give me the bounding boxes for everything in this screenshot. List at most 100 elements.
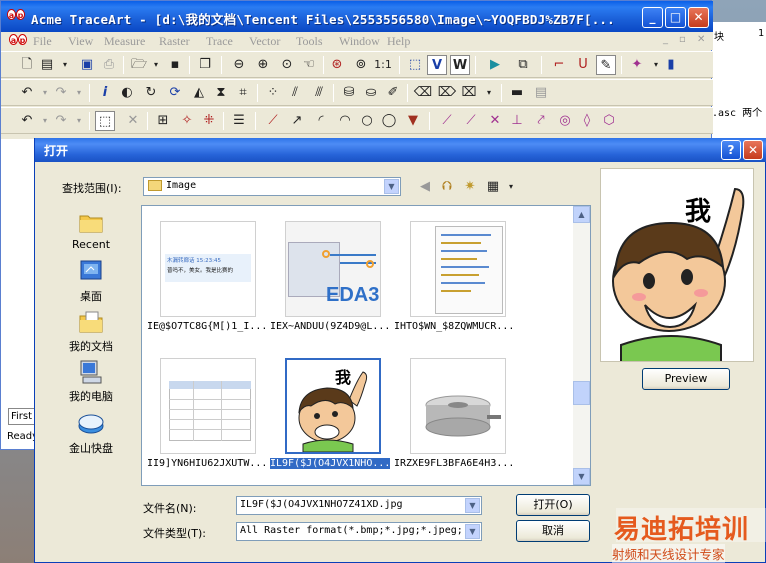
file-name[interactable]: IE@$O7TC8G{M[)1_I... [147,321,267,332]
redo-icon[interactable]: ↷ [51,111,71,131]
back-icon[interactable]: ◀ [415,177,435,197]
group-icon[interactable]: ⊞ [153,111,173,131]
place-kuaipan[interactable]: 金山快盘 [65,412,117,464]
delete-vector-icon[interactable]: ✕ [123,111,143,131]
chevron-down-icon[interactable]: ▼ [384,179,399,194]
perpendicular-icon[interactable]: ⊥ [507,111,527,131]
ruler-icon[interactable]: ▬ [507,83,527,103]
file-thumbnail[interactable] [160,358,256,454]
arc-icon[interactable]: ◜ [311,111,331,131]
save-disk-icon[interactable]: ▪ [165,55,185,75]
place-desktop[interactable]: 桌面 [65,260,117,312]
polygon-icon[interactable]: ⬡ [599,111,619,131]
undo-icon[interactable]: ↶ [17,83,37,103]
eraser-icon[interactable]: ⌫ [413,83,433,103]
pen-edit-icon[interactable]: ✎ [596,55,616,75]
select-vector-icon[interactable]: ⬚ [95,111,115,131]
zoom-window-icon[interactable]: ⊛ [327,55,347,75]
file-thumbnail[interactable]: EDA365 [285,221,381,317]
new-file-icon[interactable]: 🗋 [17,55,37,75]
file-thumbnail[interactable] [410,358,506,454]
file-list[interactable]: 木漏转廊话 15:23:45 普吗不，美女。我是比赛的 IE@$O7TC8G{M… [141,205,591,486]
close-button[interactable]: ✕ [688,7,709,28]
play-trace-icon[interactable]: ▶ [485,55,505,75]
pan-hand-icon[interactable]: ☜ [299,55,319,75]
line-tool-icon[interactable]: ⟋ [263,111,283,131]
redo-icon[interactable]: ↷ [51,83,71,103]
rotate-90-icon[interactable]: ⟳ [165,83,185,103]
histogram-icon[interactable]: ▮ [661,55,681,75]
file-name[interactable]: IRZXE9FL3BFA6E4H3... [394,458,514,469]
place-my-documents[interactable]: 我的文档 [65,310,117,362]
menu-view[interactable]: View [68,34,93,49]
flip-horizontal-icon[interactable]: ◭ [189,83,209,103]
info-icon[interactable]: i [95,83,115,103]
zoom-actual-size-icon[interactable]: 1:1 [373,55,393,75]
intersect-icon[interactable]: ✕ [485,111,505,131]
mdi-restore-button[interactable]: ▫ [679,34,686,45]
thin-icon[interactable]: ⫽ [285,83,305,103]
up-folder-icon[interactable]: ⮉ [437,177,457,197]
trim-icon[interactable]: ⟋ [437,111,457,131]
new-folder-icon[interactable]: ✷ [460,177,480,197]
menu-vector[interactable]: Vector [249,34,280,49]
scroll-down-icon[interactable]: ▼ [573,468,590,485]
eraser-area-icon[interactable]: ⌧ [459,83,479,103]
wireframe-mode-icon[interactable]: W [450,55,470,75]
thicken-icon[interactable]: ⫻ [309,83,329,103]
lookin-select[interactable]: Image ▼ [143,177,401,196]
fill-bucket-icon[interactable]: ⛁ [339,83,359,103]
filetype-select[interactable]: All Raster format(*.bmp;*.jpg;*.jpeg; ▼ [236,522,482,541]
menu-file[interactable]: File [33,34,52,49]
menu-trace[interactable]: Trace [206,34,233,49]
scroll-thumb[interactable] [573,381,590,405]
circle-3pt-icon[interactable]: ◯ [379,111,399,131]
invert-icon[interactable]: ◐ [117,83,137,103]
menu-tools[interactable]: Tools [296,34,323,49]
circle-icon[interactable]: ○ [357,111,377,131]
file-name[interactable]: IHTO$WN_$8ZQWMUCR... [394,321,514,332]
place-my-computer[interactable]: 我的电脑 [65,360,117,412]
arc-3pt-icon[interactable]: ◠ [335,111,355,131]
copy-icon[interactable]: ❐ [195,55,215,75]
filename-input[interactable]: IL9F($J(O4JVX1NHO7Z41XD.jpg ▼ [236,496,482,515]
properties-icon[interactable]: ▤ [531,83,551,103]
mdi-minimize-button[interactable]: _ [663,34,668,45]
help-button[interactable]: ? [721,140,741,160]
cancel-button[interactable]: 取消 [516,520,590,542]
dialog-titlebar[interactable]: 打开 ? ✕ [35,138,766,162]
vector-mode-icon[interactable]: V [427,55,447,75]
chevron-down-icon[interactable]: ▼ [465,498,480,513]
menu-window[interactable]: Window [339,34,380,49]
zoom-fit-icon[interactable]: ⊙ [277,55,297,75]
print-icon[interactable]: ⎙ [99,55,119,75]
magic-wand-icon[interactable]: ✧ [177,111,197,131]
polyline-icon[interactable]: ↗ [287,111,307,131]
brush-icon[interactable]: ✐ [383,83,403,103]
snap-icon[interactable]: ⤤ [531,111,551,131]
app-titlebar[interactable]: ap Acme TraceArt - [d:\我的文档\Tencent File… [1,1,713,32]
raster-select-icon[interactable]: ⬚ [405,55,425,75]
extend-icon[interactable]: ⟋ [461,111,481,131]
mdi-close-button[interactable]: ✕ [697,34,705,45]
new-dropdown-icon[interactable]: ▤ [37,55,57,75]
scroll-up-icon[interactable]: ▲ [573,206,590,223]
menu-measure[interactable]: Measure [104,34,145,49]
open-button[interactable]: 打开(O) [516,494,590,516]
menu-help[interactable]: Help [387,34,410,49]
preview-button[interactable]: Preview [642,368,730,390]
chevron-down-icon[interactable]: ▼ [465,524,480,539]
maximize-button[interactable]: □ [665,7,686,28]
batch-trace-icon[interactable]: ⧉ [513,55,533,75]
chevron-down-icon[interactable]: ▾ [69,111,89,131]
rotate-icon[interactable]: ↻ [141,83,161,103]
node-edit-icon[interactable]: ⁜ [199,111,219,131]
chevron-down-icon[interactable]: ▾ [55,55,75,75]
menu-raster[interactable]: Raster [159,34,190,49]
file-thumbnail[interactable]: 木漏转廊话 15:23:45 普吗不，美女。我是比赛的 [160,221,256,317]
chevron-down-icon[interactable]: ▾ [146,55,166,75]
crop-icon[interactable]: ⌗ [233,83,253,103]
file-thumbnail[interactable] [410,221,506,317]
undo-icon[interactable]: ↶ [17,111,37,131]
despeckle-icon[interactable]: ⁘ [263,83,283,103]
